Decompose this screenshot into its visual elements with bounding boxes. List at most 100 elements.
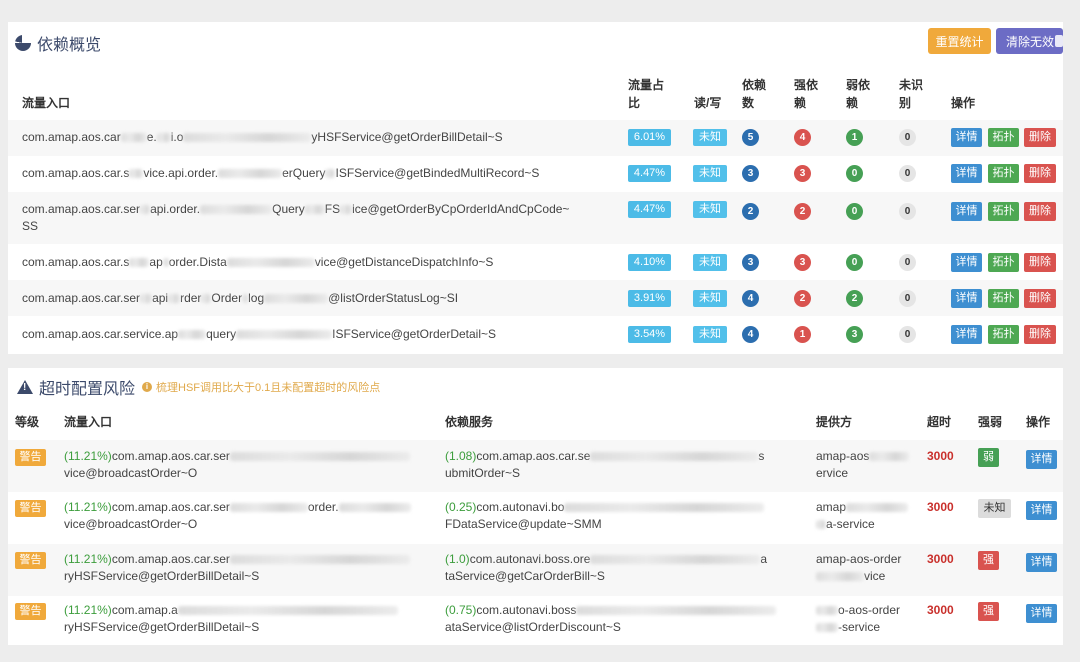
strong-count: 3: [794, 254, 811, 271]
strength-badge: 强: [978, 551, 999, 570]
level-badge: 警告: [15, 449, 46, 466]
ratio-badge: 4.47%: [628, 165, 671, 182]
provider-text: a-service: [826, 517, 875, 531]
redacted: [120, 133, 147, 143]
timeout-tip: i 梳理HSF调用比大于0.1且未配置超时的风险点: [142, 379, 380, 395]
detail-button[interactable]: 详情: [1026, 604, 1057, 623]
entry-cell: com.amap.aos.car.ser api.order. Query FS ice…: [22, 201, 622, 235]
dep-count: 3: [742, 254, 759, 271]
entry-text: com.amap.aos.car.s: [22, 166, 130, 180]
entry-text: order.Dista: [168, 255, 227, 269]
truncated-glyph: [1055, 35, 1063, 47]
redacted: [338, 503, 411, 513]
table-row: com.amap.aos.car.s ap order.Dista vice@getD…: [8, 244, 1063, 280]
entry-text: com.amap.aos.car: [22, 130, 121, 144]
ratio-badge: 3.54%: [628, 326, 671, 343]
col-service: 依赖服务: [445, 415, 494, 429]
redacted: [129, 169, 144, 179]
detail-button[interactable]: 详情: [1026, 553, 1057, 572]
table-row: com.amap.aos.car.service.ap query ISFServi…: [8, 316, 1063, 352]
col-provider: 提供方: [816, 415, 853, 429]
entry-text: com.amap.aos.car.service.ap: [22, 327, 179, 341]
topology-button[interactable]: 拓扑: [988, 253, 1019, 272]
entry-text: vice@getDistanceDispatchInfo~S: [314, 255, 494, 269]
topology-button[interactable]: 拓扑: [988, 289, 1019, 308]
dep-count: 3: [742, 165, 759, 182]
provider-text: vice: [864, 569, 886, 583]
redacted: [564, 503, 765, 513]
detail-button[interactable]: 详情: [1026, 450, 1057, 469]
detail-button[interactable]: 详情: [951, 128, 982, 147]
entry-pct: (11.21%): [64, 500, 112, 514]
detail-button[interactable]: 详情: [951, 289, 982, 308]
col-strength: 强弱: [978, 415, 1003, 429]
col-level: 等级: [15, 415, 40, 429]
delete-button[interactable]: 删除: [1024, 289, 1056, 308]
topology-button[interactable]: 拓扑: [988, 202, 1019, 221]
col-unknown: 未识别: [899, 78, 924, 110]
col-strong: 强依赖: [794, 78, 819, 110]
timeout-title: 超时配置风险: [17, 375, 135, 399]
detail-button[interactable]: 详情: [951, 202, 982, 221]
service-text: com.autonavi.bo: [476, 500, 565, 514]
strong-count: 3: [794, 165, 811, 182]
delete-button[interactable]: 删除: [1024, 325, 1056, 344]
provider-cell: amap a-service: [816, 499, 921, 533]
redacted: [816, 572, 864, 582]
redacted: [846, 503, 909, 513]
strong-count: 2: [794, 290, 811, 307]
unknown-count: 0: [899, 254, 916, 271]
strong-count: 4: [794, 129, 811, 146]
topology-button[interactable]: 拓扑: [988, 325, 1019, 344]
redacted: [178, 330, 207, 340]
strength-badge: 弱: [978, 448, 999, 467]
table-row: 警告 (11.21%)com.amap.aos.car.ser ryHSFServ…: [8, 544, 1063, 596]
clear-invalid-button[interactable]: 清除无效: [996, 28, 1063, 54]
weak-count: 1: [846, 129, 863, 146]
service-text: taService@getCarOrderBill~S: [445, 569, 605, 583]
redacted: [229, 555, 410, 565]
redacted: [218, 169, 283, 179]
redacted: [200, 205, 273, 215]
ratio-badge: 6.01%: [628, 129, 671, 146]
dependency-overview-panel: 依赖概览 重置统计 清除无效 流量入口 流量占比 读/写 依赖数 强依赖 弱依赖…: [8, 22, 1063, 354]
unknown-count: 0: [899, 326, 916, 343]
redacted: [140, 294, 153, 304]
reset-stats-button[interactable]: 重置统计: [928, 28, 991, 54]
delete-button[interactable]: 删除: [1024, 202, 1056, 221]
detail-button[interactable]: 详情: [951, 253, 982, 272]
service-text: ubmitOrder~S: [445, 466, 521, 480]
detail-button[interactable]: 详情: [951, 164, 982, 183]
rw-badge: 未知: [693, 129, 727, 146]
entry-text: ryHSFService@getOrderBillDetail~S: [64, 620, 260, 634]
provider-text: -service: [838, 620, 881, 634]
detail-button[interactable]: 详情: [1026, 501, 1057, 520]
entry-text: log: [248, 291, 265, 305]
col-entry: 流量入口: [64, 415, 113, 429]
ratio-badge: 3.91%: [628, 290, 671, 307]
delete-button[interactable]: 删除: [1024, 164, 1056, 183]
col-ops: 操作: [951, 96, 976, 110]
redacted: [140, 205, 151, 215]
entry-text: api.order.: [150, 202, 201, 216]
col-weak: 弱依赖: [846, 78, 871, 110]
entry-cell: com.amap.aos.car.ser api rder Order log @list…: [22, 290, 622, 307]
entry-cell: (11.21%)com.amap.aos.car.ser order. vice@b…: [64, 499, 434, 533]
topology-button[interactable]: 拓扑: [988, 128, 1019, 147]
topology-button[interactable]: 拓扑: [988, 164, 1019, 183]
entry-text: rder: [180, 291, 202, 305]
delete-button[interactable]: 删除: [1024, 253, 1056, 272]
info-icon: i: [142, 382, 152, 392]
rw-badge: 未知: [693, 254, 727, 271]
detail-button[interactable]: 详情: [951, 325, 982, 344]
entry-cell: com.amap.aos.car.s ap order.Dista vice@getD…: [22, 254, 622, 271]
redacted: [229, 503, 308, 513]
entry-pct: (11.21%): [64, 552, 112, 566]
delete-button[interactable]: 删除: [1024, 128, 1056, 147]
strong-count: 2: [794, 203, 811, 220]
entry-text: vice.: [143, 166, 169, 180]
overview-title: 依赖概览: [15, 31, 101, 55]
entry-cell: (11.21%)com.amap.aos.car.ser vice@broadca…: [64, 448, 434, 482]
redacted: [869, 452, 910, 462]
service-pct: (0.75): [445, 603, 477, 617]
